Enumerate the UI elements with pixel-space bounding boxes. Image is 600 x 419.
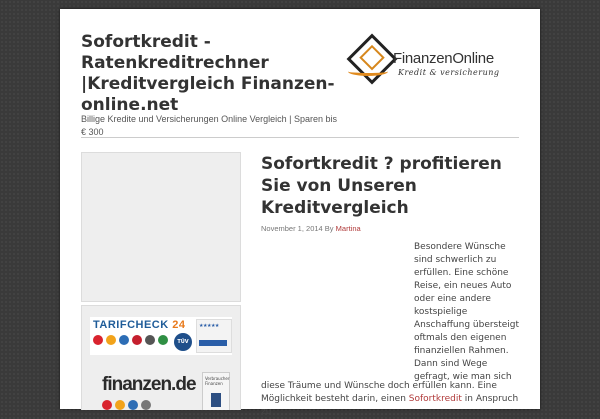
header-divider <box>81 137 519 138</box>
partner-logo-icon <box>93 335 103 345</box>
badge-text: Verbraucher Finanzen <box>205 376 230 386</box>
logo-name: FinanzenOnline <box>393 50 494 67</box>
partner-logo-icon <box>119 335 129 345</box>
badge-emblem-icon <box>211 393 221 407</box>
partner-logo-icon <box>102 400 112 410</box>
paragraph-line: Möglichkeit besteht darin, einen <box>261 394 406 404</box>
paragraph-line: diese Träume und Wünsche doch erfüllen k… <box>261 381 497 391</box>
partner-logo-icon <box>158 335 168 345</box>
partner-logo-icon <box>106 335 116 345</box>
tarifcheck-ad-banner[interactable]: TARIFCHECK 24 TÜV ★★★★★ <box>90 317 232 355</box>
tarifcheck-label: TARIFCHECK 24 <box>93 319 186 331</box>
sidebar-ads-widget: TARIFCHECK 24 TÜV ★★★★★ finanzen.de Verb… <box>81 305 241 410</box>
logo-tagline: Kredit & versicherung <box>398 68 500 77</box>
award-badge: ★★★★★ <box>196 319 232 353</box>
post-date: November 1, 2014 <box>261 224 323 233</box>
post-meta: November 1, 2014 By Martina <box>261 224 361 233</box>
finanzen-online-logo[interactable]: FinanzenOnline Kredit & versicherung <box>346 33 508 87</box>
award-stars: ★★★★★ <box>199 323 219 329</box>
award-bar <box>199 340 227 346</box>
site-header: Sofortkredit - Ratenkreditrechner |Kredi… <box>60 9 540 137</box>
logo-swoosh-icon <box>348 67 388 76</box>
post-by-label: By <box>324 224 334 233</box>
partner-logo-icon <box>128 400 138 410</box>
finanzen-de-logo: finanzen.de <box>102 374 197 395</box>
logo-diamond-icon <box>346 33 398 85</box>
partner-logo-icon <box>132 335 142 345</box>
post-title[interactable]: Sofortkredit ? profitieren Sie von Unser… <box>261 153 531 219</box>
partner-logos <box>102 400 151 410</box>
author-link[interactable]: Martina <box>336 224 361 233</box>
partner-logo-icon <box>145 335 155 345</box>
partner-logo-icon <box>115 400 125 410</box>
post-paragraph-wrapped: Besondere Wünsche sind schwerlich zu erf… <box>414 242 520 382</box>
sofortkredit-link[interactable]: Sofortkredit <box>409 394 462 404</box>
site-description: Billige Kredite und Versicherungen Onlin… <box>81 114 337 137</box>
sidebar-widget-empty <box>81 152 241 302</box>
page-container: Sofortkredit - Ratenkreditrechner |Kredi… <box>60 9 540 417</box>
partner-logo-icon <box>141 400 151 410</box>
tuv-seal-icon: TÜV <box>174 333 192 351</box>
site-title[interactable]: Sofortkredit - Ratenkreditrechner |Kredi… <box>81 32 341 116</box>
quality-badge: Verbraucher Finanzen <box>202 372 230 410</box>
partner-logos <box>93 335 168 345</box>
post-image-placeholder <box>261 244 406 379</box>
finanzen-de-ad-banner[interactable]: finanzen.de Verbraucher Finanzen <box>90 368 232 410</box>
